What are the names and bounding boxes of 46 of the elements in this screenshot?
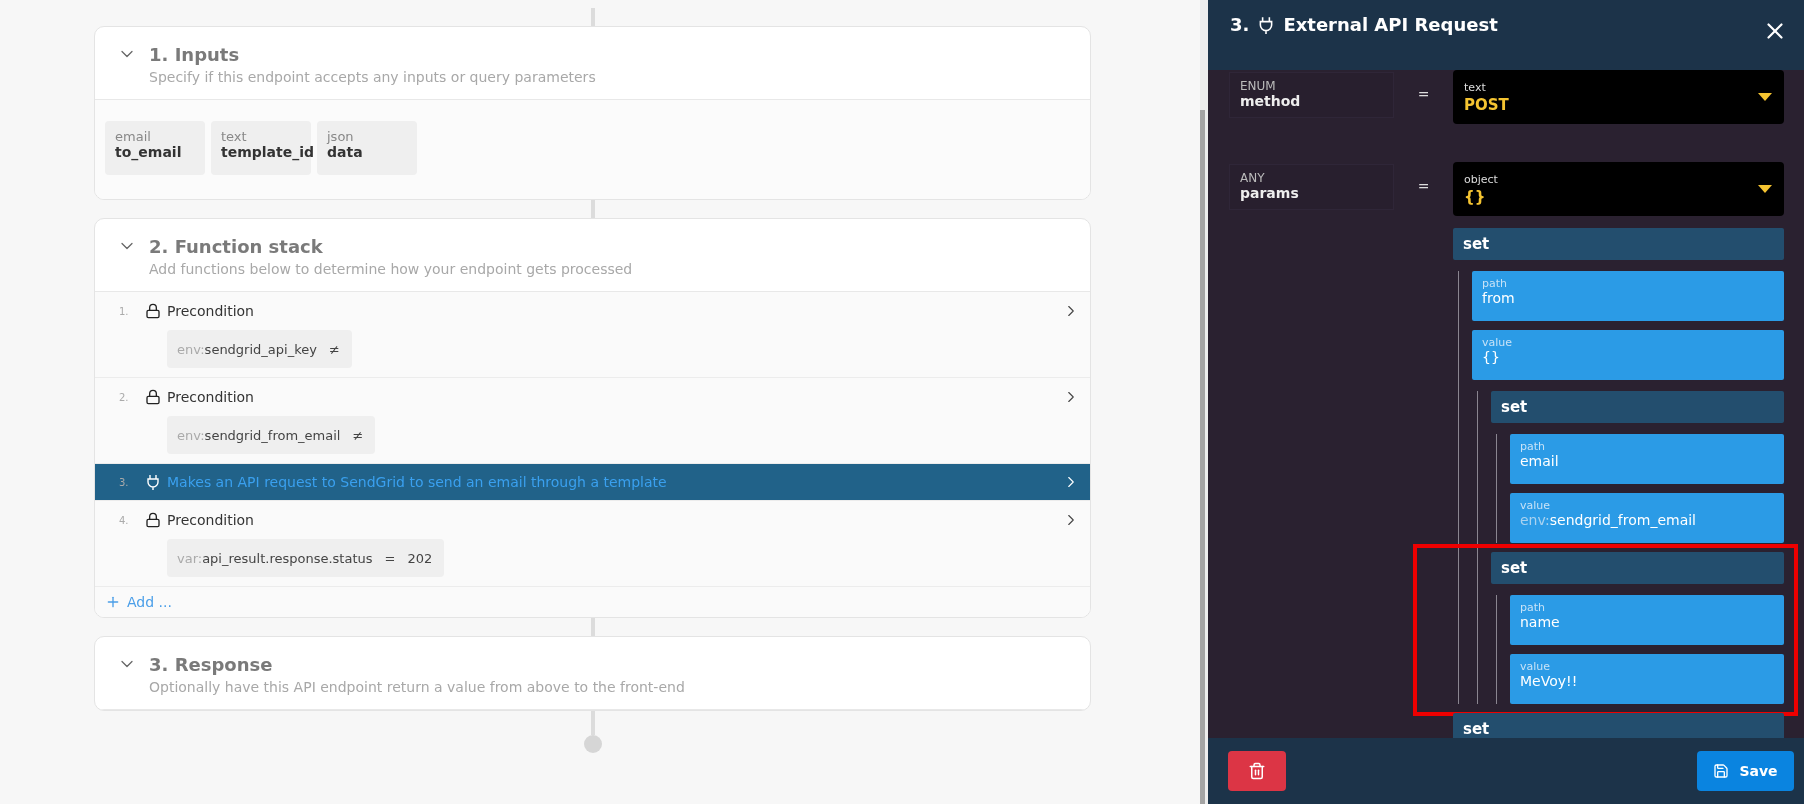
function-title: Precondition bbox=[167, 303, 255, 319]
function-row[interactable]: 1. Precondition env:sendgrid_api_key ≠ bbox=[95, 292, 1090, 378]
value-select[interactable]: object {} bbox=[1453, 162, 1784, 216]
set-node[interactable]: set bbox=[1491, 391, 1784, 423]
step-number: 3. bbox=[119, 476, 130, 488]
param-label: ANY params bbox=[1229, 164, 1394, 210]
caret-icon bbox=[1758, 93, 1772, 101]
section-subtitle: Add functions below to determine how your endpoint gets processed bbox=[149, 261, 633, 277]
step-number: 4. bbox=[119, 514, 130, 526]
section-title: 2. Function stack bbox=[149, 236, 324, 257]
condition-chip: env:sendgrid_api_key ≠ bbox=[167, 330, 352, 368]
function-row[interactable]: 2. Precondition env:sendgrid_from_email ≠ bbox=[95, 378, 1090, 464]
section-title: 1. Inputs bbox=[149, 44, 241, 65]
caret-icon bbox=[1758, 185, 1772, 193]
step-number: 1. bbox=[119, 305, 130, 317]
input-chip[interactable]: json data bbox=[317, 121, 417, 175]
lock-icon bbox=[145, 303, 161, 319]
input-chip[interactable]: email to_email bbox=[105, 121, 205, 175]
panel-title: External API Request bbox=[1283, 14, 1498, 35]
function-row[interactable]: 4. Precondition var:api_result.response.status = 202 bbox=[95, 501, 1090, 587]
input-chip[interactable]: text template_id bbox=[211, 121, 311, 175]
function-title: Precondition bbox=[167, 512, 255, 528]
lock-icon bbox=[145, 389, 161, 405]
delete-button[interactable] bbox=[1228, 751, 1286, 791]
lock-icon bbox=[145, 512, 161, 528]
plus-icon bbox=[105, 594, 121, 610]
set-node[interactable]: set bbox=[1453, 228, 1784, 260]
condition-chip: var:api_result.response.status = 202 bbox=[167, 539, 445, 577]
condition-chip: env:sendgrid_from_email ≠ bbox=[167, 416, 376, 454]
scrollbar[interactable] bbox=[1200, 0, 1208, 804]
panel-number: 3. bbox=[1230, 14, 1250, 35]
param-label: ENUM method bbox=[1229, 72, 1394, 118]
value-select[interactable]: text POST bbox=[1453, 70, 1784, 124]
plug-icon bbox=[145, 474, 161, 490]
section-subtitle: Specify if this endpoint accepts any inputs or query parameters bbox=[149, 69, 596, 85]
function-title: Makes an API request to SendGrid to send an email through a template bbox=[167, 474, 668, 490]
equals-sign: = bbox=[1416, 86, 1431, 102]
function-title: Precondition bbox=[167, 389, 255, 405]
set-node[interactable]: set bbox=[1453, 713, 1784, 738]
save-button[interactable]: Save bbox=[1697, 751, 1794, 791]
equals-sign: = bbox=[1416, 178, 1431, 194]
section-title: 3. Response bbox=[149, 654, 274, 675]
step-number: 2. bbox=[119, 391, 130, 403]
set-node[interactable]: set bbox=[1491, 552, 1784, 584]
trash-icon bbox=[1248, 762, 1266, 780]
section-subtitle: Optionally have this API endpoint return a value from above to the front-end bbox=[149, 679, 685, 695]
